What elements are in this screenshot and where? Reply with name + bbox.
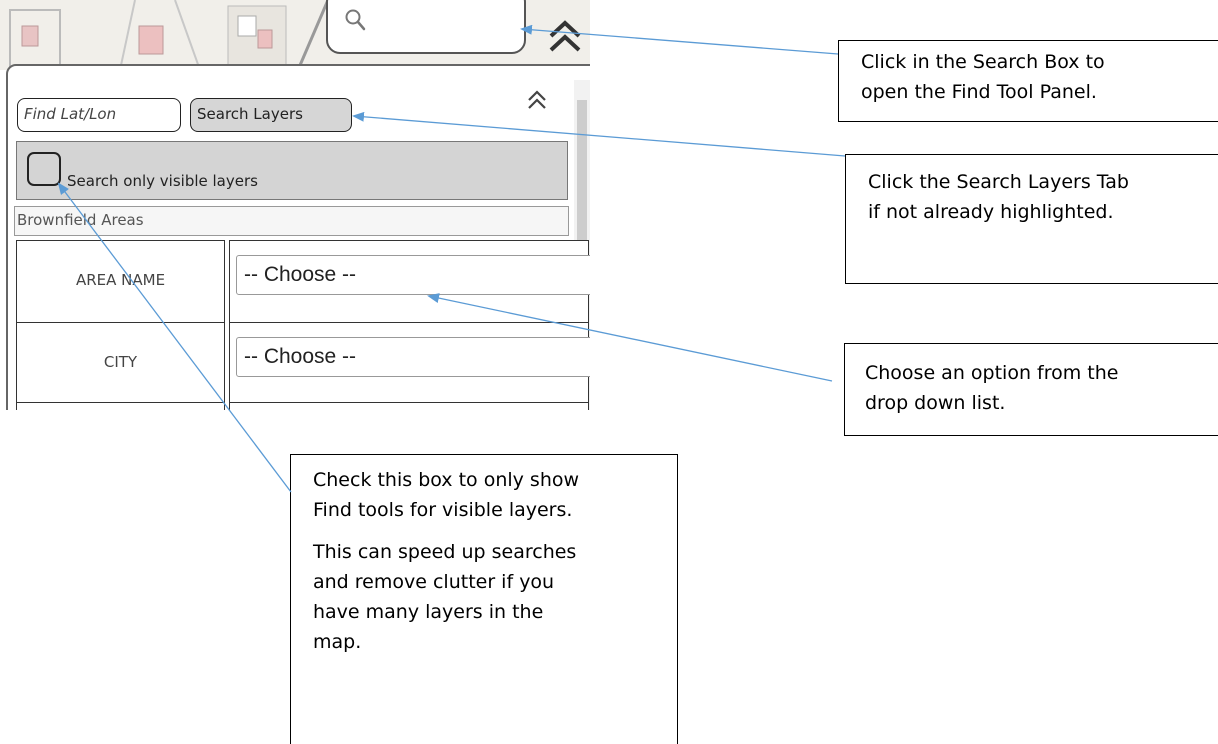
field-label-city: CITY	[103, 353, 138, 371]
collapse-panel-icon[interactable]	[526, 88, 548, 116]
callout-text: open the Find Tool Panel.	[861, 81, 1097, 103]
callout-search-layers-tab: Click the Search Layers Tab if not alrea…	[845, 154, 1218, 284]
callout-text: Click in the Search Box to	[861, 51, 1105, 73]
callout-text: drop down list.	[865, 392, 1006, 414]
callout-dropdown: Choose an option from the drop down list…	[844, 343, 1218, 436]
city-select[interactable]: -- Choose --	[236, 337, 590, 377]
callout-text: Check this box to only show	[313, 469, 580, 491]
callout-text: map.	[313, 631, 362, 653]
field-label-cell: CITY	[16, 322, 225, 406]
callout-text: have many layers in the	[313, 601, 544, 623]
callout-text: This can speed up searches	[313, 541, 577, 563]
callout-visible-checkbox: Check this box to only show Find tools f…	[290, 454, 678, 744]
callout-text: and remove clutter if you	[313, 571, 555, 593]
field-value-cell: -- Choose --	[229, 322, 590, 406]
field-value-cell	[229, 402, 589, 410]
visible-layers-label: Search only visible layers	[67, 172, 258, 190]
field-label-cell: AREA NAME	[16, 240, 225, 324]
callout-text: Click the Search Layers Tab	[868, 171, 1129, 193]
field-value-cell: -- Choose --	[229, 240, 590, 324]
visible-layers-checkbox[interactable]	[27, 152, 61, 186]
screenshot-crop: Find Lat/Lon Search Layers Search only v…	[0, 0, 590, 410]
callout-search-box: Click in the Search Box to open the Find…	[838, 40, 1218, 122]
field-label-cell	[16, 402, 225, 410]
callout-text: if not already highlighted.	[868, 201, 1114, 223]
callout-text: Find tools for visible layers.	[313, 499, 573, 521]
callout-text: Choose an option from the	[865, 362, 1119, 384]
layer-title: Brownfield Areas	[17, 211, 144, 229]
tab-search-layers[interactable]: Search Layers	[190, 98, 352, 132]
visible-layers-row: Search only visible layers	[16, 141, 568, 200]
tab-find-lat-lon[interactable]: Find Lat/Lon	[17, 98, 181, 132]
layer-title-row: Brownfield Areas	[14, 206, 569, 236]
field-label-area-name: AREA NAME	[75, 271, 166, 289]
area-name-select[interactable]: -- Choose --	[236, 255, 590, 295]
map-search-box[interactable]	[326, 0, 526, 54]
map-background	[0, 0, 590, 70]
